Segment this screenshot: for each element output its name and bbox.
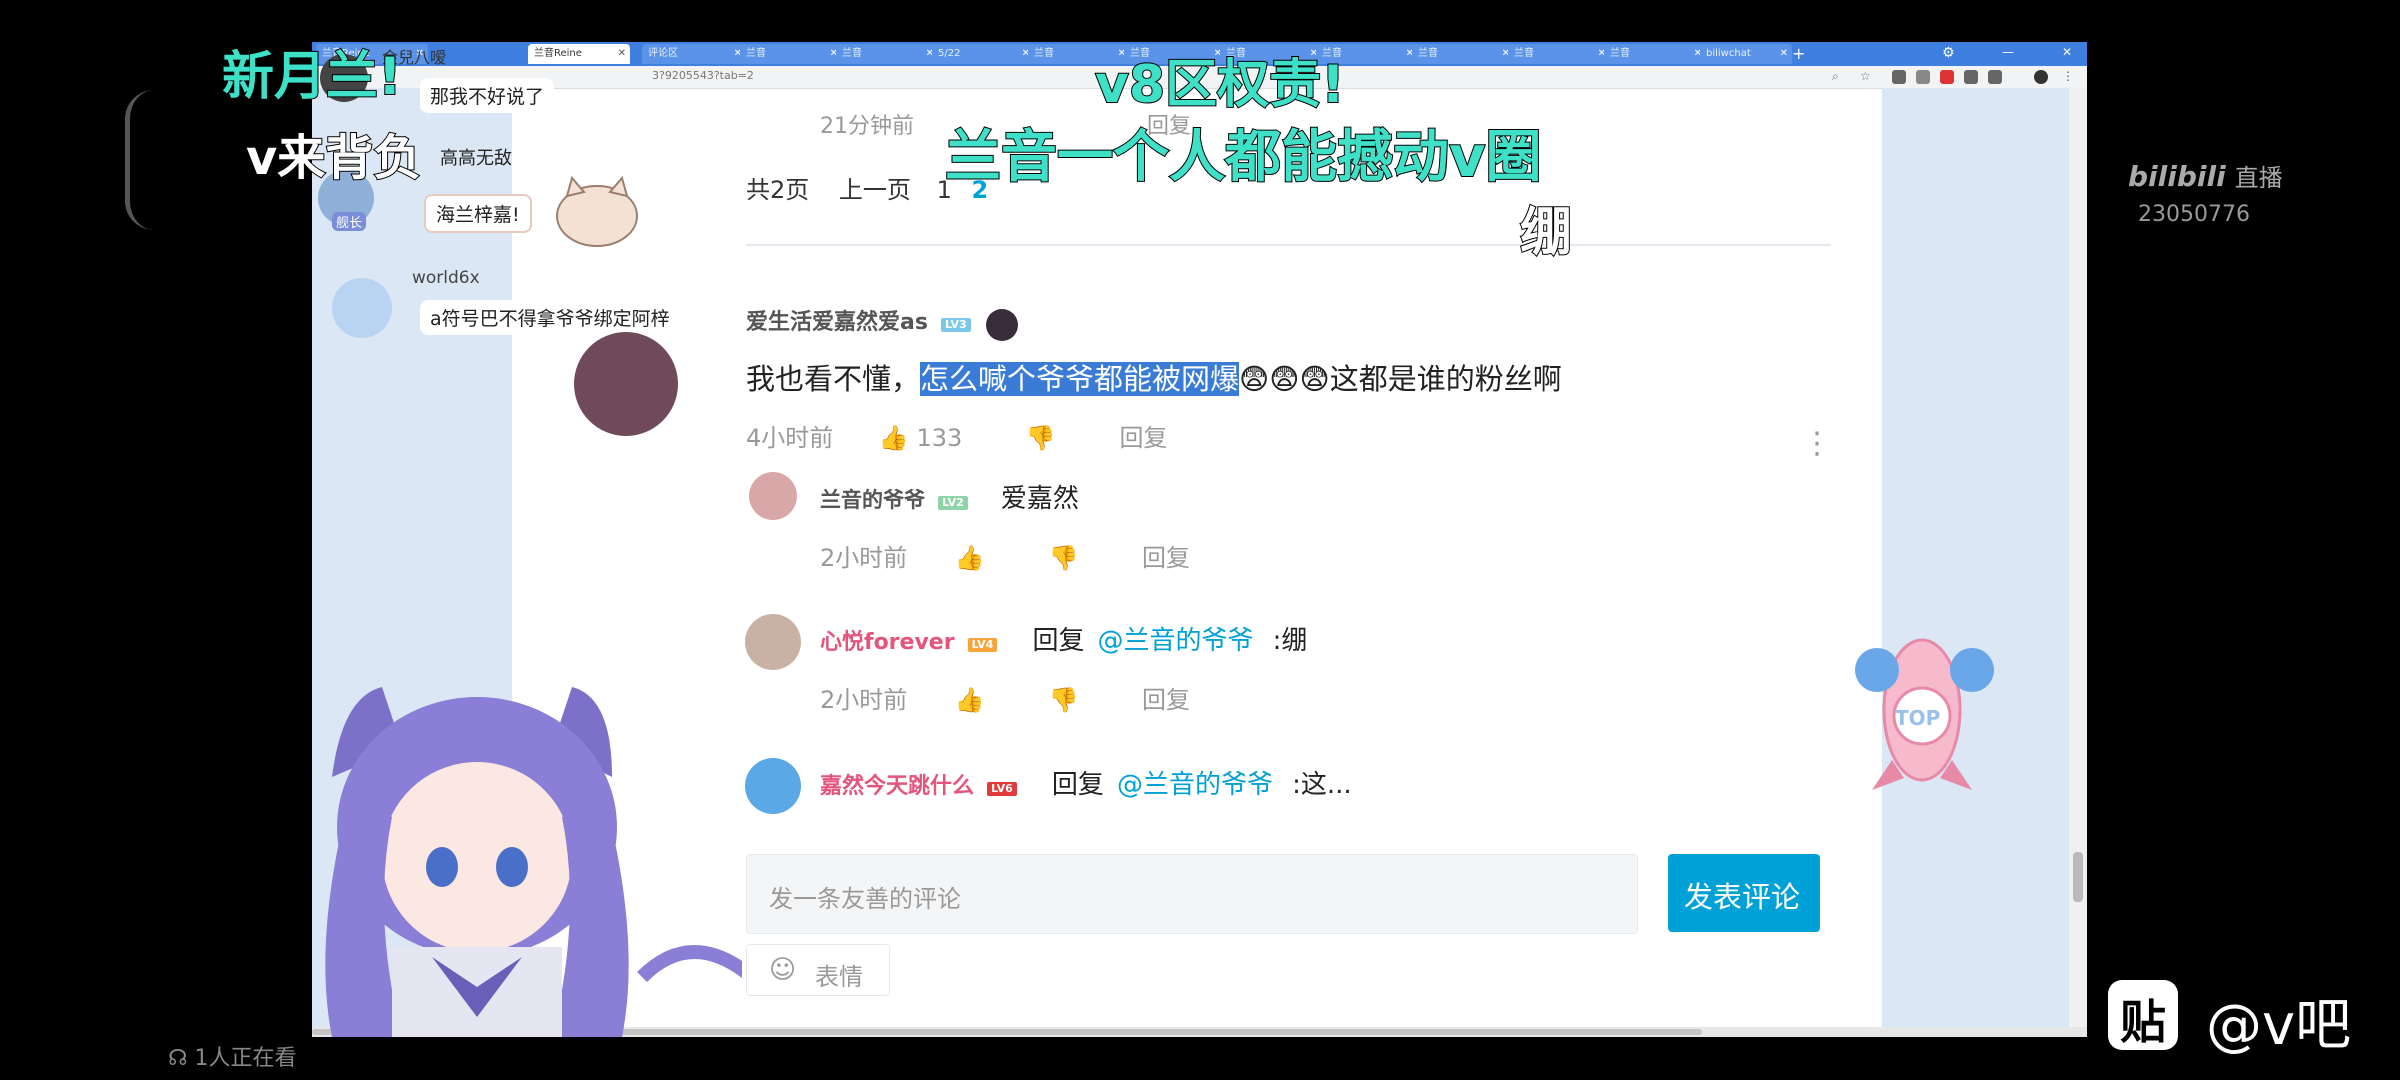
star-icon[interactable]: ☆	[1860, 69, 1871, 83]
reply-header: 嘉然今天跳什么 LV6 回复 @兰音的爷爷 :这...	[820, 770, 1352, 800]
emoji-button[interactable]: ☺ 表情	[746, 944, 890, 996]
watermark-text: @v吧	[2206, 993, 2352, 1058]
minimize-icon[interactable]: —	[2002, 45, 2014, 59]
subtitle-left-2: v来背负	[245, 129, 422, 187]
browser-tab[interactable]: 5/22 ✕	[932, 44, 1034, 64]
like-icon[interactable]: 👍	[879, 424, 909, 452]
dislike-icon[interactable]: 👎	[1026, 424, 1056, 452]
subtitle-center-2: 兰音一个人都能撼动v圈	[944, 124, 1543, 191]
scrollbar-thumb[interactable]	[2073, 852, 2083, 902]
divider	[746, 244, 1831, 246]
level-badge: LV4	[967, 637, 998, 652]
comment-input-placeholder: 发一条友善的评论	[769, 885, 961, 913]
dislike-icon[interactable]: 👎	[1048, 544, 1078, 572]
avatar[interactable]	[745, 758, 801, 814]
chat-message: 高高无敌	[440, 148, 512, 169]
back-to-top-rocket[interactable]: TOP	[1832, 620, 2012, 800]
browser-tab[interactable]: 兰音 ✕	[1412, 44, 1514, 64]
vtuber-avatar	[312, 657, 757, 1037]
avatar	[332, 278, 392, 338]
browser-tab[interactable]: 兰音 ✕	[1508, 44, 1610, 64]
menu-icon[interactable]: ⋮	[2062, 69, 2074, 83]
search-icon[interactable]: ⌕	[1832, 69, 1839, 84]
like-icon[interactable]: 👍	[955, 686, 985, 714]
comment-time: 4小时前	[746, 424, 834, 452]
bilibili-live-logo: bilibili 直播	[2128, 160, 2283, 193]
url-text[interactable]: 3?9205543?tab=2	[652, 69, 754, 82]
extension-icon[interactable]	[1940, 70, 1954, 84]
viewers-icon: ☊	[168, 1046, 188, 1071]
avatar[interactable]	[749, 472, 797, 520]
settings-icon[interactable]: ⚙	[1942, 45, 1955, 61]
more-options-icon[interactable]: ⋮	[1802, 426, 1832, 461]
like-count: 133	[916, 424, 963, 452]
browser-tab[interactable]: 评论区 ✕	[642, 44, 746, 64]
browser-tab[interactable]: 兰音 ✕	[1604, 44, 1706, 64]
subtitle-center-1: v8区权责!	[1094, 54, 1346, 116]
reply-text: 爱嘉然	[1000, 484, 1079, 514]
chat-message: 海兰梓嘉!	[424, 194, 532, 233]
tieba-icon: 贴	[2108, 980, 2178, 1050]
subtitle-center-3: 绷	[1519, 202, 1573, 264]
avatar[interactable]	[574, 332, 678, 436]
captain-badge: 舰长	[332, 212, 367, 231]
reply-username[interactable]: 心悦forever	[820, 630, 955, 655]
extension-icon[interactable]	[1916, 70, 1930, 84]
reply-button[interactable]: 回复	[1142, 686, 1190, 714]
comment-text: 我也看不懂，怎么喊个爷爷都能被网爆😨😨😨这都是谁的粉丝啊	[746, 362, 1562, 396]
chat-message: 那我不好说了	[420, 78, 555, 113]
reply-actions: 2小时前 👍 👎 回复	[820, 680, 1190, 715]
reply-actions: 2小时前 👍 👎 回复	[820, 538, 1190, 573]
level-badge: LV3	[941, 317, 971, 332]
reply-time: 2小时前	[820, 544, 908, 572]
browser-tab[interactable]: 兰音 ✕	[740, 44, 842, 64]
reply-text: :绷	[1272, 626, 1308, 656]
subtitle-left-1: 新月兰!	[221, 46, 403, 108]
right-side-panel	[1882, 88, 2087, 1037]
mention-link[interactable]: @兰音的爷爷	[1117, 770, 1273, 800]
level-badge: LV6	[987, 781, 1017, 796]
pagination-total: 共2页	[746, 176, 810, 204]
dislike-icon[interactable]: 👎	[1048, 686, 1078, 714]
reply-text: :这...	[1292, 770, 1352, 800]
profile-icon[interactable]	[2034, 70, 2048, 84]
reply-header: 兰音的爷爷 LV2 爱嘉然	[820, 478, 1079, 515]
reply-button[interactable]: 回复	[1119, 424, 1167, 452]
mention-link[interactable]: @兰音的爷爷	[1098, 626, 1254, 656]
reply-username[interactable]: 兰音的爷爷	[820, 488, 925, 512]
cat-sticker	[552, 172, 642, 252]
browser-tab[interactable]: 兰音 ✕	[836, 44, 938, 64]
comment-input[interactable]: 发一条友善的评论	[746, 854, 1638, 934]
reply-username[interactable]: 嘉然今天跳什么	[820, 774, 974, 799]
comment-header: 爱生活爱嘉然爱as LV3	[746, 304, 1018, 341]
chat-username: world6x	[412, 268, 480, 288]
new-tab-button[interactable]: +	[1792, 44, 1805, 63]
comment-username[interactable]: 爱生活爱嘉然爱as	[746, 310, 928, 335]
extension-icon[interactable]	[1988, 70, 2002, 84]
fear-emoji: 😨😨😨	[1239, 362, 1330, 396]
side-handle	[125, 90, 154, 230]
comment-actions: 4小时前 👍 133 👎 回复	[746, 418, 1167, 453]
reply-time: 2小时前	[820, 686, 908, 714]
reply-header: 心悦forever LV4 回复 @兰音的爷爷 :绷	[820, 626, 1308, 656]
extension-icon[interactable]	[1892, 70, 1906, 84]
submit-comment-button[interactable]: 发表评论	[1668, 854, 1820, 932]
close-window-icon[interactable]: ✕	[2062, 45, 2072, 59]
viewer-count: ☊ 1人正在看	[168, 1046, 297, 1071]
reply-button[interactable]: 回复	[1142, 544, 1190, 572]
prev-page-button[interactable]: 上一页	[839, 176, 911, 204]
browser-tab[interactable]: biliwchat ✕	[1700, 44, 1792, 64]
smile-icon: ☺	[769, 955, 797, 985]
level-badge: LV2	[938, 495, 968, 510]
browser-tab-active[interactable]: 兰音Reine ✕	[528, 44, 630, 64]
extension-icon[interactable]	[1964, 70, 1978, 84]
comment-time: 21分钟前	[820, 114, 914, 139]
like-icon[interactable]: 👍	[955, 544, 985, 572]
room-number: 23050776	[2138, 202, 2250, 227]
medal-icon	[985, 308, 1018, 341]
chat-message: a符号巴不得拿爷爷绑定阿梓	[420, 300, 680, 335]
avatar[interactable]	[745, 614, 801, 670]
selected-text: 怎么喊个爷爷都能被网爆	[920, 362, 1240, 396]
